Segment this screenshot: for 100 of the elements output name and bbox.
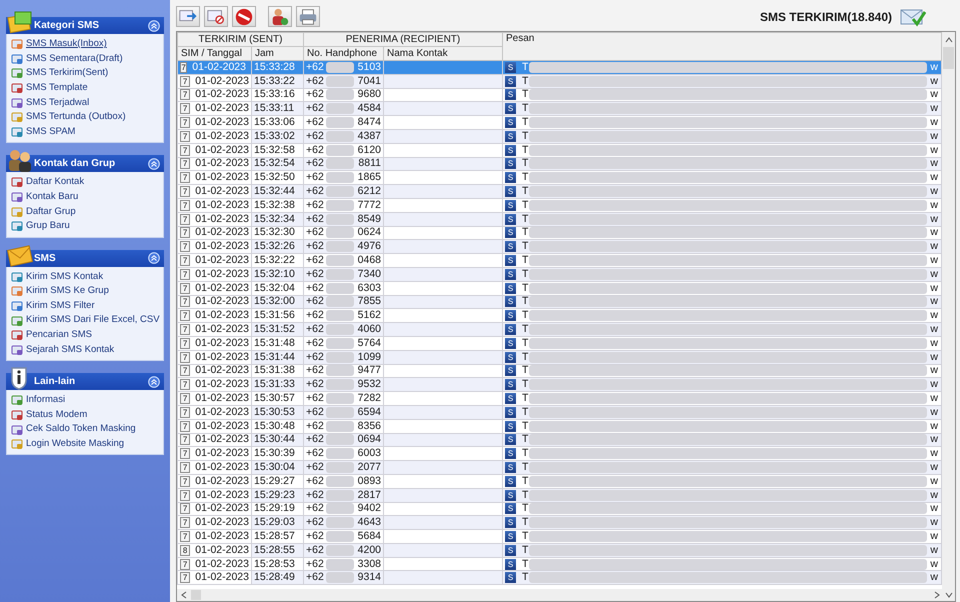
table-row[interactable]: 7 01-02-2023 15:33:28 +62 5103 S T w xyxy=(177,60,942,74)
scroll-thumb[interactable] xyxy=(190,590,201,600)
table-row[interactable]: 7 01-02-2023 15:31:44 +62 1099 S T w xyxy=(177,350,942,364)
menu-link[interactable]: Daftar Kontak xyxy=(26,175,84,190)
phone-prefix: +62 xyxy=(306,158,324,170)
table-row[interactable]: 7 01-02-2023 15:29:23 +62 2817 S T w xyxy=(177,488,942,502)
table-row[interactable]: 7 01-02-2023 15:28:53 +62 3308 S T w xyxy=(177,557,942,571)
table-row[interactable]: 7 01-02-2023 15:30:48 +62 8356 S T w xyxy=(177,419,942,434)
table-row[interactable]: 7 01-02-2023 15:29:03 +62 4643 S T w xyxy=(177,516,942,530)
menu-link[interactable]: Status Modem xyxy=(26,408,88,422)
panel-header[interactable]: SMS xyxy=(6,242,164,267)
table-row[interactable]: 7 01-02-2023 15:32:50 +62 1865 S T w xyxy=(177,170,942,185)
toolbar-button[interactable] xyxy=(204,6,228,27)
menu-link[interactable]: Kirim SMS Dari File Excel, CSV xyxy=(26,313,160,328)
table-row[interactable]: 7 01-02-2023 15:33:06 +62 8474 S T w xyxy=(177,116,942,130)
table-row[interactable]: 7 01-02-2023 15:32:44 +62 6212 S T w xyxy=(177,184,942,198)
menu-link[interactable]: SMS Masuk(Inbox) xyxy=(26,37,107,52)
menu-link[interactable]: SMS Tertunda (Outbox) xyxy=(26,110,126,124)
scroll-down-icon[interactable] xyxy=(945,591,953,599)
table-row[interactable]: 7 01-02-2023 15:32:04 +62 6303 S T w xyxy=(177,281,942,296)
collapse-icon[interactable] xyxy=(148,252,160,264)
menu-link[interactable]: Daftar Grup xyxy=(26,204,76,219)
table-row[interactable]: 7 01-02-2023 15:30:04 +62 2077 S T w xyxy=(177,460,942,474)
date-text: 01-02-2023 xyxy=(195,268,249,280)
phone-suffix: 6594 xyxy=(358,406,381,418)
collapse-icon[interactable] xyxy=(148,20,160,32)
toolbar-button[interactable] xyxy=(176,6,200,27)
table-row[interactable]: 7 01-02-2023 15:32:30 +62 0624 S T w xyxy=(177,226,942,240)
table-row[interactable]: 7 01-02-2023 15:30:57 +62 7282 S T w xyxy=(177,392,942,406)
scroll-thumb[interactable] xyxy=(943,47,954,69)
sim-badge: 7 xyxy=(180,268,190,280)
table-row[interactable]: 7 01-02-2023 15:31:56 +62 5162 S T w xyxy=(177,308,942,323)
table-row[interactable]: 7 01-02-2023 15:32:54 +62 8811 S T w xyxy=(177,157,942,171)
phone-suffix: 7340 xyxy=(358,268,381,280)
scroll-up-icon[interactable] xyxy=(944,36,952,44)
table-row[interactable]: 7 01-02-2023 15:31:33 +62 9532 S T w xyxy=(177,378,942,392)
table-row[interactable]: 7 01-02-2023 15:28:57 +62 5684 S T w xyxy=(177,530,942,544)
message-end: w xyxy=(930,434,938,446)
toolbar-button[interactable] xyxy=(232,6,256,27)
menu-link[interactable]: Kontak Baru xyxy=(26,190,78,204)
sim-badge: 7 xyxy=(180,393,190,404)
table-row[interactable]: 7 01-02-2023 15:30:44 +62 0694 S T w xyxy=(177,433,942,447)
table-row[interactable]: 7 01-02-2023 15:33:22 +62 7041 S T w xyxy=(177,74,942,88)
menu-item-icon xyxy=(11,52,23,65)
table-row[interactable]: 7 01-02-2023 15:31:48 +62 5764 S T w xyxy=(177,336,942,350)
collapse-icon[interactable] xyxy=(148,158,160,170)
scroll-left-icon[interactable] xyxy=(180,591,188,599)
panel-header[interactable]: Kategori SMS xyxy=(6,10,164,34)
column-header[interactable]: SIM / Tanggal xyxy=(177,46,252,60)
table-row[interactable]: 7 01-02-2023 15:31:52 +62 4060 S T w xyxy=(177,322,942,336)
menu-link[interactable]: Login Website Masking xyxy=(26,437,124,452)
menu-link[interactable]: Pencarian SMS xyxy=(26,328,92,342)
table-row[interactable]: 8 01-02-2023 15:28:55 +62 4200 S T w xyxy=(177,543,942,558)
menu-link[interactable]: Kirim SMS Kontak xyxy=(26,270,104,284)
table-row[interactable]: 7 01-02-2023 15:32:26 +62 4976 S T w xyxy=(177,240,942,254)
table-row[interactable]: 7 01-02-2023 15:33:11 +62 4584 S T w xyxy=(177,102,942,116)
menu-link[interactable]: Kirim SMS Ke Grup xyxy=(26,284,109,299)
sim-badge: 7 xyxy=(180,420,190,432)
phone-prefix: +62 xyxy=(306,117,324,128)
table-row[interactable]: 7 01-02-2023 15:29:19 +62 9402 S T w xyxy=(177,502,942,516)
menu-link[interactable]: Cek Saldo Token Masking xyxy=(26,422,136,437)
collapse-icon[interactable] xyxy=(148,376,160,388)
menu-link[interactable]: SMS Terkirim(Sent) xyxy=(26,66,108,81)
column-header[interactable]: Nama Kontak xyxy=(384,46,502,60)
status-badge: S xyxy=(505,200,516,211)
table-row[interactable]: 7 01-02-2023 15:31:38 +62 9477 S T w xyxy=(177,364,942,378)
toolbar-button[interactable] xyxy=(268,6,292,27)
table-row[interactable]: 7 01-02-2023 15:32:38 +62 7772 S T w xyxy=(177,198,942,212)
panel-header[interactable]: Lain-lain xyxy=(6,366,164,390)
table-row[interactable]: 7 01-02-2023 15:32:58 +62 6120 S T w xyxy=(177,143,942,158)
column-header[interactable]: Jam xyxy=(251,46,304,60)
table-row[interactable]: 7 01-02-2023 15:32:10 +62 7340 S T w xyxy=(177,267,942,282)
menu-link[interactable]: SMS SPAM xyxy=(26,124,76,139)
menu-link[interactable]: SMS Sementara(Draft) xyxy=(26,52,123,66)
column-header[interactable]: No. Handphone xyxy=(304,46,384,60)
menu-link[interactable]: Sejarah SMS Kontak xyxy=(26,342,114,357)
menu-link[interactable]: SMS Template xyxy=(26,80,88,96)
scroll-right-icon[interactable] xyxy=(933,591,941,599)
table-row[interactable]: 7 01-02-2023 15:33:16 +62 9680 S T w xyxy=(177,88,942,102)
table-row[interactable]: 7 01-02-2023 15:32:00 +62 7855 S T w xyxy=(177,295,942,309)
table-row[interactable]: 7 01-02-2023 15:30:39 +62 6003 S T w xyxy=(177,446,942,461)
table-row[interactable]: 7 01-02-2023 15:29:27 +62 0893 S T w xyxy=(177,474,942,488)
table-row[interactable]: 7 01-02-2023 15:28:49 +62 9314 S T w xyxy=(177,570,942,585)
panel-header[interactable]: Kontak dan Grup xyxy=(6,148,164,172)
vertical-scrollbar[interactable] xyxy=(942,32,955,589)
menu-link[interactable]: Grup Baru xyxy=(26,219,70,234)
menu-link[interactable]: Kirim SMS Filter xyxy=(26,298,95,314)
date-text: 01-02-2023 xyxy=(195,352,249,363)
status-badge: S xyxy=(505,255,516,266)
column-header[interactable]: Pesan xyxy=(502,32,942,60)
table-row[interactable]: 7 01-02-2023 15:32:22 +62 0468 S T w xyxy=(177,254,942,268)
status-badge: S xyxy=(505,517,516,528)
table-row[interactable]: 7 01-02-2023 15:33:02 +62 4387 S T w xyxy=(177,129,942,144)
toolbar-button[interactable] xyxy=(296,6,320,27)
phone-prefix: +62 xyxy=(306,503,324,514)
menu-link[interactable]: SMS Terjadwal xyxy=(26,96,90,110)
table-row[interactable]: 7 01-02-2023 15:30:53 +62 6594 S T w xyxy=(177,405,942,420)
horizontal-scrollbar[interactable] xyxy=(176,589,955,601)
menu-link[interactable]: Informasi xyxy=(26,393,66,408)
table-row[interactable]: 7 01-02-2023 15:32:34 +62 8549 S T w xyxy=(177,212,942,226)
